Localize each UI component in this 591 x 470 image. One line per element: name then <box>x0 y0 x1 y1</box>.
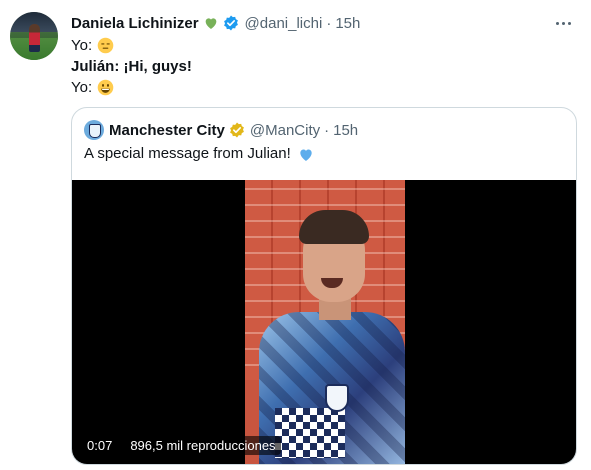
green-heart-icon <box>203 15 219 31</box>
tweet-line-1: Yo: <box>71 35 192 56</box>
tweet-header: Daniela Lichinizer @dani_lichi · 15h <box>71 12 360 34</box>
quoted-text: A special message from Julian! <box>84 145 291 162</box>
video-view-count: 896,5 mil reproducciones <box>125 435 281 455</box>
author-avatar[interactable] <box>10 12 58 60</box>
quoted-tweet-header: Manchester City @ManCity · 15h <box>84 120 358 140</box>
video-player[interactable]: 0:07 896,5 mil reproducciones <box>72 180 576 464</box>
video-frame <box>245 180 405 464</box>
mancity-avatar[interactable] <box>84 120 104 140</box>
shirt-checks <box>275 408 345 458</box>
more-dot <box>567 21 571 25</box>
player-hair <box>299 210 369 244</box>
tweet-text: Yo: Julián: ¡Hi, guys! Yo: <box>71 35 192 98</box>
avatar-person <box>29 24 40 52</box>
line-label: Yo: <box>71 79 93 96</box>
quoted-tweet-text: A special message from Julian! <box>84 144 315 164</box>
video-duration: 0:07 <box>82 435 118 455</box>
more-options-icon[interactable] <box>551 12 575 34</box>
more-dot <box>555 21 559 25</box>
tweet-timestamp[interactable]: 15h <box>335 15 360 32</box>
speaker-name: Julián: <box>71 58 120 75</box>
grinning-face-icon <box>97 79 114 96</box>
header-separator: · <box>326 14 332 32</box>
quoted-header-separator: · <box>324 121 330 139</box>
expressionless-face-icon <box>97 37 114 54</box>
line-label: Yo: <box>71 37 93 54</box>
blue-heart-icon <box>297 146 315 163</box>
quoted-author-handle[interactable]: @ManCity <box>250 122 320 139</box>
gold-verified-badge-icon[interactable] <box>228 121 246 139</box>
quoted-tweet[interactable]: Manchester City @ManCity · 15h A special… <box>71 107 577 465</box>
speaker-quote: ¡Hi, guys! <box>119 58 192 75</box>
tweet-line-2: Julián: ¡Hi, guys! <box>71 56 192 77</box>
tweet-line-3: Yo: <box>71 77 192 98</box>
author-name[interactable]: Daniela Lichinizer <box>71 15 199 32</box>
author-handle[interactable]: @dani_lichi <box>245 15 323 32</box>
club-badge <box>325 384 349 412</box>
tweet[interactable]: Daniela Lichinizer @dani_lichi · 15h Yo:… <box>0 0 591 470</box>
video-info-overlay: 0:07 896,5 mil reproducciones <box>82 435 281 455</box>
more-dot <box>561 21 565 25</box>
verified-badge-icon[interactable] <box>222 14 240 32</box>
quoted-timestamp[interactable]: 15h <box>333 122 358 139</box>
quoted-author-name[interactable]: Manchester City <box>109 122 225 139</box>
